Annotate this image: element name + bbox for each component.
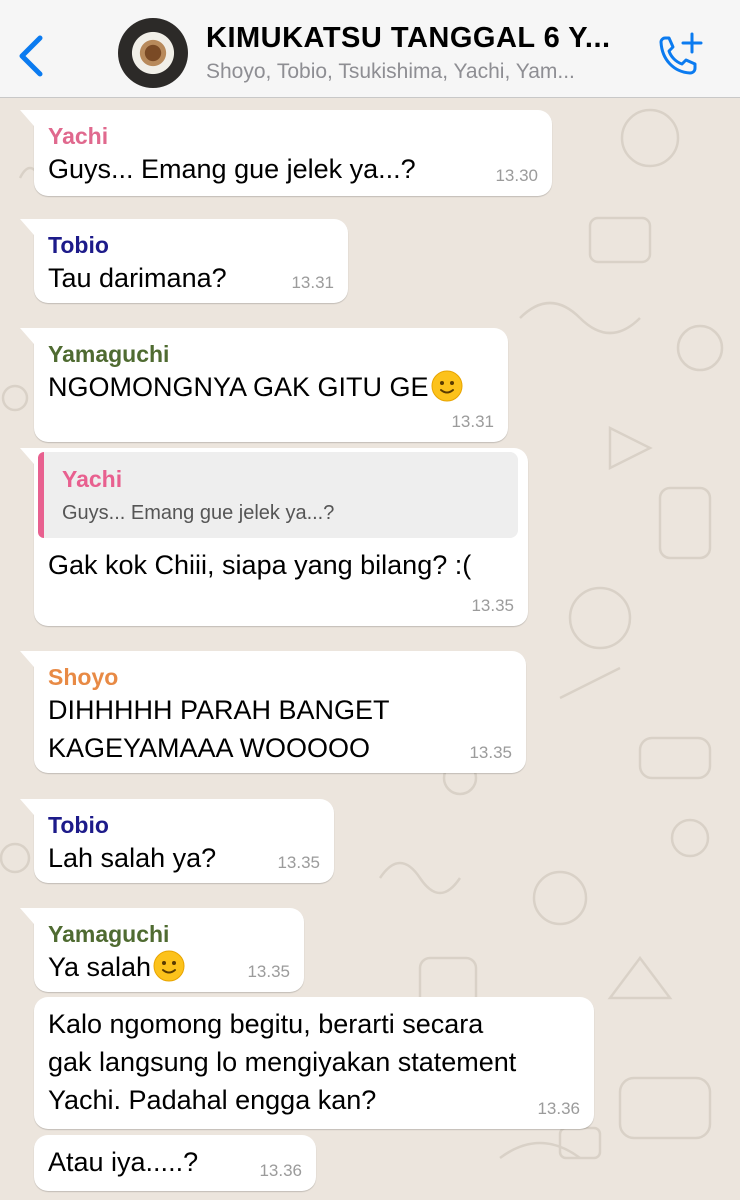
message-line: NGOMONGNYA GAK GITU GE	[48, 368, 494, 406]
message-bubble[interactable]: Shoyo DIHHHHH PARAH BANGET KAGEYAMAAA WO…	[20, 651, 526, 773]
message-text-line: Yachi. Padahal engga kan?	[48, 1085, 377, 1115]
quoted-text: Guys... Emang gue jelek ya...?	[62, 502, 335, 524]
phone-plus-icon	[659, 32, 703, 75]
message-time: 13.35	[247, 962, 290, 981]
message-text: Gak kok Chiii, siapa yang bilang? :(	[48, 550, 472, 580]
message-bubble[interactable]: Yamaguchi Ya salah 13.35	[20, 908, 304, 992]
message-text: Guys... Emang gue jelek ya...?	[48, 154, 416, 184]
quoted-sender: Yachi	[62, 466, 123, 492]
message-time: 13.31	[451, 412, 494, 431]
message-time: 13.31	[291, 273, 334, 292]
message-time: 13.36	[537, 1099, 580, 1118]
message-bubble[interactable]: Tobio Lah salah ya? 13.35	[20, 799, 334, 883]
message-time: 13.30	[495, 166, 538, 185]
message-text: NGOMONGNYA GAK GITU GE	[48, 372, 429, 402]
message-text: Ya salah	[48, 952, 152, 982]
message-text-line: Kalo ngomong begitu, berarti secara	[48, 1009, 484, 1039]
message-list[interactable]: Yachi Guys... Emang gue jelek ya...? 13.…	[0, 98, 740, 1200]
group-title[interactable]: KIMUKATSU TANGGAL 6 Y...	[206, 22, 646, 55]
message-bubble[interactable]: Kalo ngomong begitu, berarti secara gak …	[34, 997, 594, 1129]
message-bubble[interactable]: Yamaguchi NGOMONGNYA GAK GITU GE 13.31	[20, 328, 508, 442]
message-time: 13.35	[469, 743, 512, 762]
group-members[interactable]: Shoyo, Tobio, Tsukishima, Yachi, Yam...	[206, 60, 646, 84]
chat-header: KIMUKATSU TANGGAL 6 Y... Shoyo, Tobio, T…	[0, 0, 740, 98]
slightly-smiling-face-icon	[153, 950, 185, 982]
message-text-line: gak langsung lo mengiyakan statement	[48, 1047, 517, 1077]
add-call-button[interactable]	[652, 30, 704, 80]
back-button[interactable]	[14, 32, 48, 80]
sender-name: Yamaguchi	[48, 341, 170, 367]
message-bubble[interactable]: Atau iya.....? 13.36	[34, 1135, 316, 1191]
sender-name: Yamaguchi	[48, 921, 170, 947]
message-bubble[interactable]: Yachi Guys... Emang gue jelek ya...? 13.…	[20, 110, 552, 196]
message-text-line: DIHHHHH PARAH BANGET	[48, 695, 390, 725]
sender-name: Yachi	[48, 123, 109, 149]
sender-name: Shoyo	[48, 664, 119, 690]
sender-name: Tobio	[48, 812, 109, 838]
message-text-line: KAGEYAMAAA WOOOOO	[48, 733, 371, 763]
sender-name: Tobio	[48, 232, 109, 258]
slightly-smiling-face-icon	[431, 370, 463, 402]
reply-message-bubble[interactable]: Yachi Guys... Emang gue jelek ya...? Gak…	[20, 448, 528, 626]
chevron-left-icon	[19, 35, 43, 77]
quoted-message[interactable]: Yachi Guys... Emang gue jelek ya...?	[38, 452, 518, 538]
message-time: 13.35	[471, 596, 514, 615]
message-bubble[interactable]: Tobio Tau darimana? 13.31	[20, 219, 348, 303]
message-time: 13.35	[277, 853, 320, 872]
message-time: 13.36	[259, 1161, 302, 1180]
group-avatar[interactable]	[118, 18, 188, 88]
